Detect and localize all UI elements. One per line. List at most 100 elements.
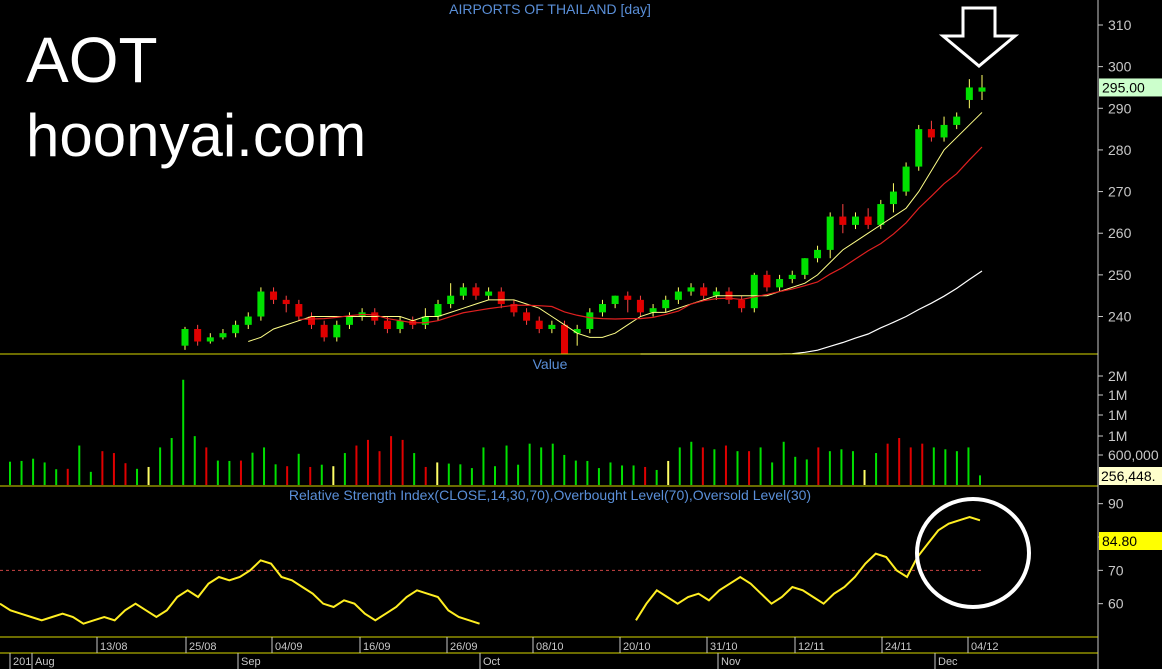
candle-body (851, 216, 859, 225)
candle-body (282, 299, 290, 305)
candle-body (940, 124, 948, 138)
candle-body (662, 299, 670, 309)
candle-body (839, 216, 847, 225)
candle-body (535, 320, 543, 330)
candle-body (295, 304, 303, 317)
stock-chart: AIRPORTS OF THAILAND [day] 240 250 260 270 28… (0, 0, 1162, 669)
rsi-last-value: 84.80 (1102, 533, 1137, 549)
candle-body (548, 324, 556, 330)
candle-body (383, 320, 391, 330)
day-label: 13/08 (100, 641, 128, 653)
candle-body (750, 274, 758, 309)
price-chart-title: AIRPORTS OF THAILAND [day] (449, 1, 651, 17)
rsi-line (635, 515, 981, 621)
day-label: 31/10 (710, 641, 738, 653)
value-tick-label: 2M (1108, 368, 1127, 384)
candle-body (270, 291, 278, 300)
candle-body (497, 291, 505, 305)
day-label: 04/12 (971, 641, 999, 653)
candle-body (788, 274, 796, 280)
candle-body (864, 216, 872, 225)
candle-body (712, 291, 720, 296)
candle-body (396, 320, 404, 330)
candle-body (978, 87, 986, 92)
price-tick-label: 280 (1108, 142, 1132, 158)
candle-body (915, 129, 923, 167)
month-label: Aug (35, 656, 55, 668)
candle-body (700, 287, 708, 296)
day-label: 16/09 (363, 641, 391, 653)
value-last-value: 256,448. (1101, 468, 1156, 484)
day-label: 25/08 (189, 641, 217, 653)
day-label: 04/09 (275, 641, 303, 653)
candle-body (611, 295, 619, 305)
rsi-tick-label: 90 (1108, 496, 1124, 512)
candle-body (776, 279, 784, 288)
value-chart-title: Value (533, 356, 568, 372)
candle-body (472, 287, 480, 296)
candle-body (889, 191, 897, 205)
candle-body (219, 333, 227, 338)
price-tick-label: 240 (1108, 309, 1132, 325)
candle-body (674, 291, 682, 300)
month-label: Nov (721, 656, 741, 668)
candle-body (877, 204, 885, 225)
price-tick-label: 270 (1108, 184, 1132, 200)
candle-body (345, 316, 353, 325)
day-label: 26/09 (450, 641, 478, 653)
candle-body (763, 274, 771, 288)
candle-body (194, 329, 202, 342)
candle-body (927, 129, 935, 138)
candle-body (902, 166, 910, 192)
month-label: Sep (241, 656, 261, 668)
candle-body (738, 299, 746, 309)
price-tick-label: 300 (1108, 59, 1132, 75)
day-label: 12/11 (798, 641, 825, 653)
candle-body (320, 324, 328, 338)
candle-body (333, 324, 341, 338)
price-last-value: 295.00 (1102, 79, 1145, 95)
value-tick-label: 600,000 (1108, 447, 1159, 463)
candle-body (447, 295, 455, 305)
day-label: 08/10 (536, 641, 564, 653)
day-label: 24/11 (885, 641, 912, 653)
rsi-circle-annotation (915, 497, 1031, 609)
candle-body (965, 87, 973, 100)
value-tick-label: 1M (1108, 428, 1127, 444)
down-arrow-annotation (938, 6, 1020, 68)
candle-body (257, 291, 265, 317)
candle-body (687, 287, 695, 292)
month-label: Oct (483, 656, 500, 668)
candle-body (801, 258, 809, 275)
value-tick-label: 1M (1108, 407, 1127, 423)
month-label: 201 (13, 656, 31, 668)
ticker-overlay: AOT (26, 24, 158, 96)
candle-body (244, 316, 252, 325)
rsi-line (0, 559, 480, 625)
rsi-tick-label: 60 (1108, 596, 1124, 612)
candle-body (485, 291, 493, 296)
candle-body (523, 312, 531, 321)
rsi-chart-title: Relative Strength Index(CLOSE,14,30,70),… (289, 487, 811, 503)
candle-body (649, 308, 657, 313)
day-label: 20/10 (623, 641, 651, 653)
candle-body (586, 312, 594, 330)
price-tick-label: 310 (1108, 17, 1132, 33)
candle-body (636, 299, 644, 313)
candle-body (953, 116, 961, 125)
candle-body (434, 304, 442, 317)
rsi-tick-label: 70 (1108, 562, 1124, 578)
candle-body (826, 216, 834, 250)
candle-body (459, 287, 467, 296)
price-tick-label: 250 (1108, 267, 1132, 283)
candle-body (561, 324, 569, 354)
candle-body (598, 304, 606, 313)
candle-body (181, 329, 189, 346)
price-tick-label: 290 (1108, 100, 1132, 116)
value-tick-label: 1M (1108, 387, 1127, 403)
candle-body (206, 337, 214, 342)
candle-body (814, 249, 822, 259)
price-tick-label: 260 (1108, 225, 1132, 241)
candle-body (624, 295, 632, 300)
website-overlay: hoonyai.com (26, 102, 367, 169)
